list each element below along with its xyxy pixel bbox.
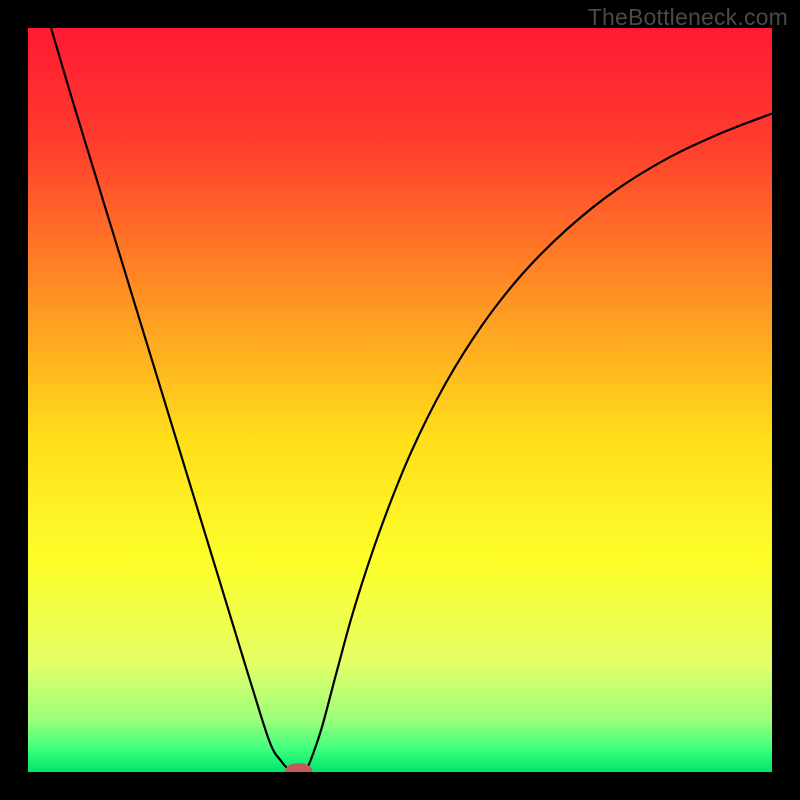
plot-area xyxy=(28,28,772,772)
chart-svg xyxy=(28,28,772,772)
gradient-background xyxy=(28,28,772,772)
chart-frame: TheBottleneck.com xyxy=(0,0,800,800)
watermark-text: TheBottleneck.com xyxy=(588,4,788,31)
